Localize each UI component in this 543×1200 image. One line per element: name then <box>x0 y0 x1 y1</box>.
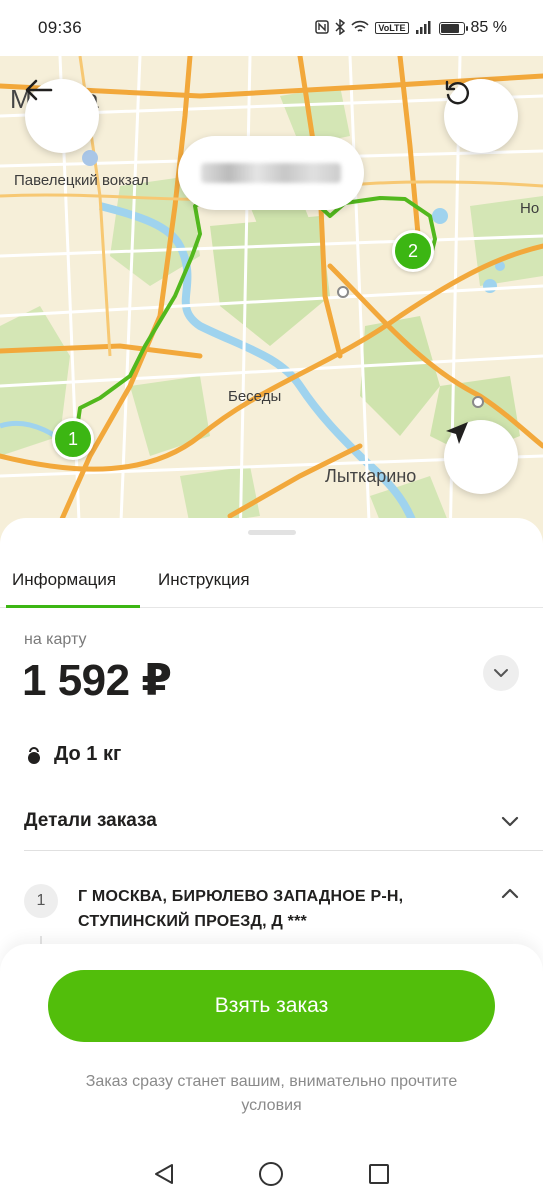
status-time: 09:36 <box>38 18 83 37</box>
take-order-button[interactable]: Взять заказ <box>48 970 495 1042</box>
status-icons: VoLTE 85 % <box>315 18 507 38</box>
payment-method-caption: на карту <box>24 631 87 648</box>
nav-back-button[interactable] <box>149 1159 179 1189</box>
battery-icon <box>438 21 468 35</box>
map-label-edge: Но <box>520 200 540 217</box>
route-stop[interactable]: 1 Г МОСКВА, БИРЮЛЕВО ЗАПАДНОЕ Р-Н, СТУПИ… <box>24 884 519 934</box>
map-label-lytkarino: Лыткарино <box>325 466 417 486</box>
order-details-title: Детали заказа <box>24 810 157 831</box>
section-divider <box>24 850 543 851</box>
square-recents-icon <box>369 1164 390 1184</box>
stop-number: 1 <box>24 884 58 918</box>
circle-home-icon <box>259 1162 284 1186</box>
system-nav-bar <box>0 1148 543 1200</box>
tab-information[interactable]: Информация <box>12 570 116 590</box>
chevron-down-icon <box>501 816 519 826</box>
back-button[interactable] <box>25 79 99 153</box>
chevron-down-icon <box>494 669 508 677</box>
order-price: 1 592 ₽ <box>22 656 172 705</box>
map-label-station: Павелецкий вокзал <box>14 172 149 189</box>
status-bar: 09:36 VoLTE 85 % <box>0 0 543 56</box>
price-expand-button[interactable] <box>483 655 519 691</box>
bluetooth-icon <box>335 18 346 38</box>
map-label-besedy: Беседы <box>228 388 282 405</box>
nav-recents-button[interactable] <box>364 1159 394 1189</box>
address-pill[interactable] <box>178 136 364 210</box>
refresh-icon <box>445 80 469 105</box>
triangle-back-icon <box>154 1164 173 1184</box>
stop-address: Г МОСКВА, БИРЮЛЕВО ЗАПАДНОЕ Р-Н, СТУПИНС… <box>78 888 404 930</box>
route-pin-start[interactable]: 1 <box>52 418 94 460</box>
order-details-toggle[interactable]: Детали заказа <box>24 793 519 849</box>
volte-badge: VoLTE <box>375 22 409 34</box>
weight-limit: До 1 кг <box>26 743 121 766</box>
sheet-tabs: Информация Инструкция <box>0 556 543 608</box>
weight-limit-text: До 1 кг <box>54 743 122 765</box>
redacted-address <box>201 163 341 183</box>
route-pin-end[interactable]: 2 <box>392 230 434 272</box>
arrow-left-icon <box>25 79 53 101</box>
active-tab-indicator <box>6 605 140 608</box>
chevron-up-icon <box>501 888 519 899</box>
terms-note: Заказ сразу станет вашим, внимательно пр… <box>85 1073 458 1114</box>
kettlebell-icon <box>28 746 40 764</box>
battery-percent: 85 % <box>470 19 507 36</box>
wifi-icon <box>351 20 369 37</box>
sheet-drag-handle[interactable] <box>248 530 296 535</box>
refresh-button[interactable] <box>444 79 518 153</box>
my-location-button[interactable] <box>444 420 518 494</box>
signal-icon <box>415 20 433 37</box>
nfc-icon <box>315 19 330 37</box>
route-map[interactable]: Москва Павелецкий вокзал Беседы Лыткарин… <box>0 56 543 546</box>
tab-instruction[interactable]: Инструкция <box>158 570 250 590</box>
navigation-arrow-icon <box>446 422 468 444</box>
nav-home-button[interactable] <box>256 1159 286 1189</box>
